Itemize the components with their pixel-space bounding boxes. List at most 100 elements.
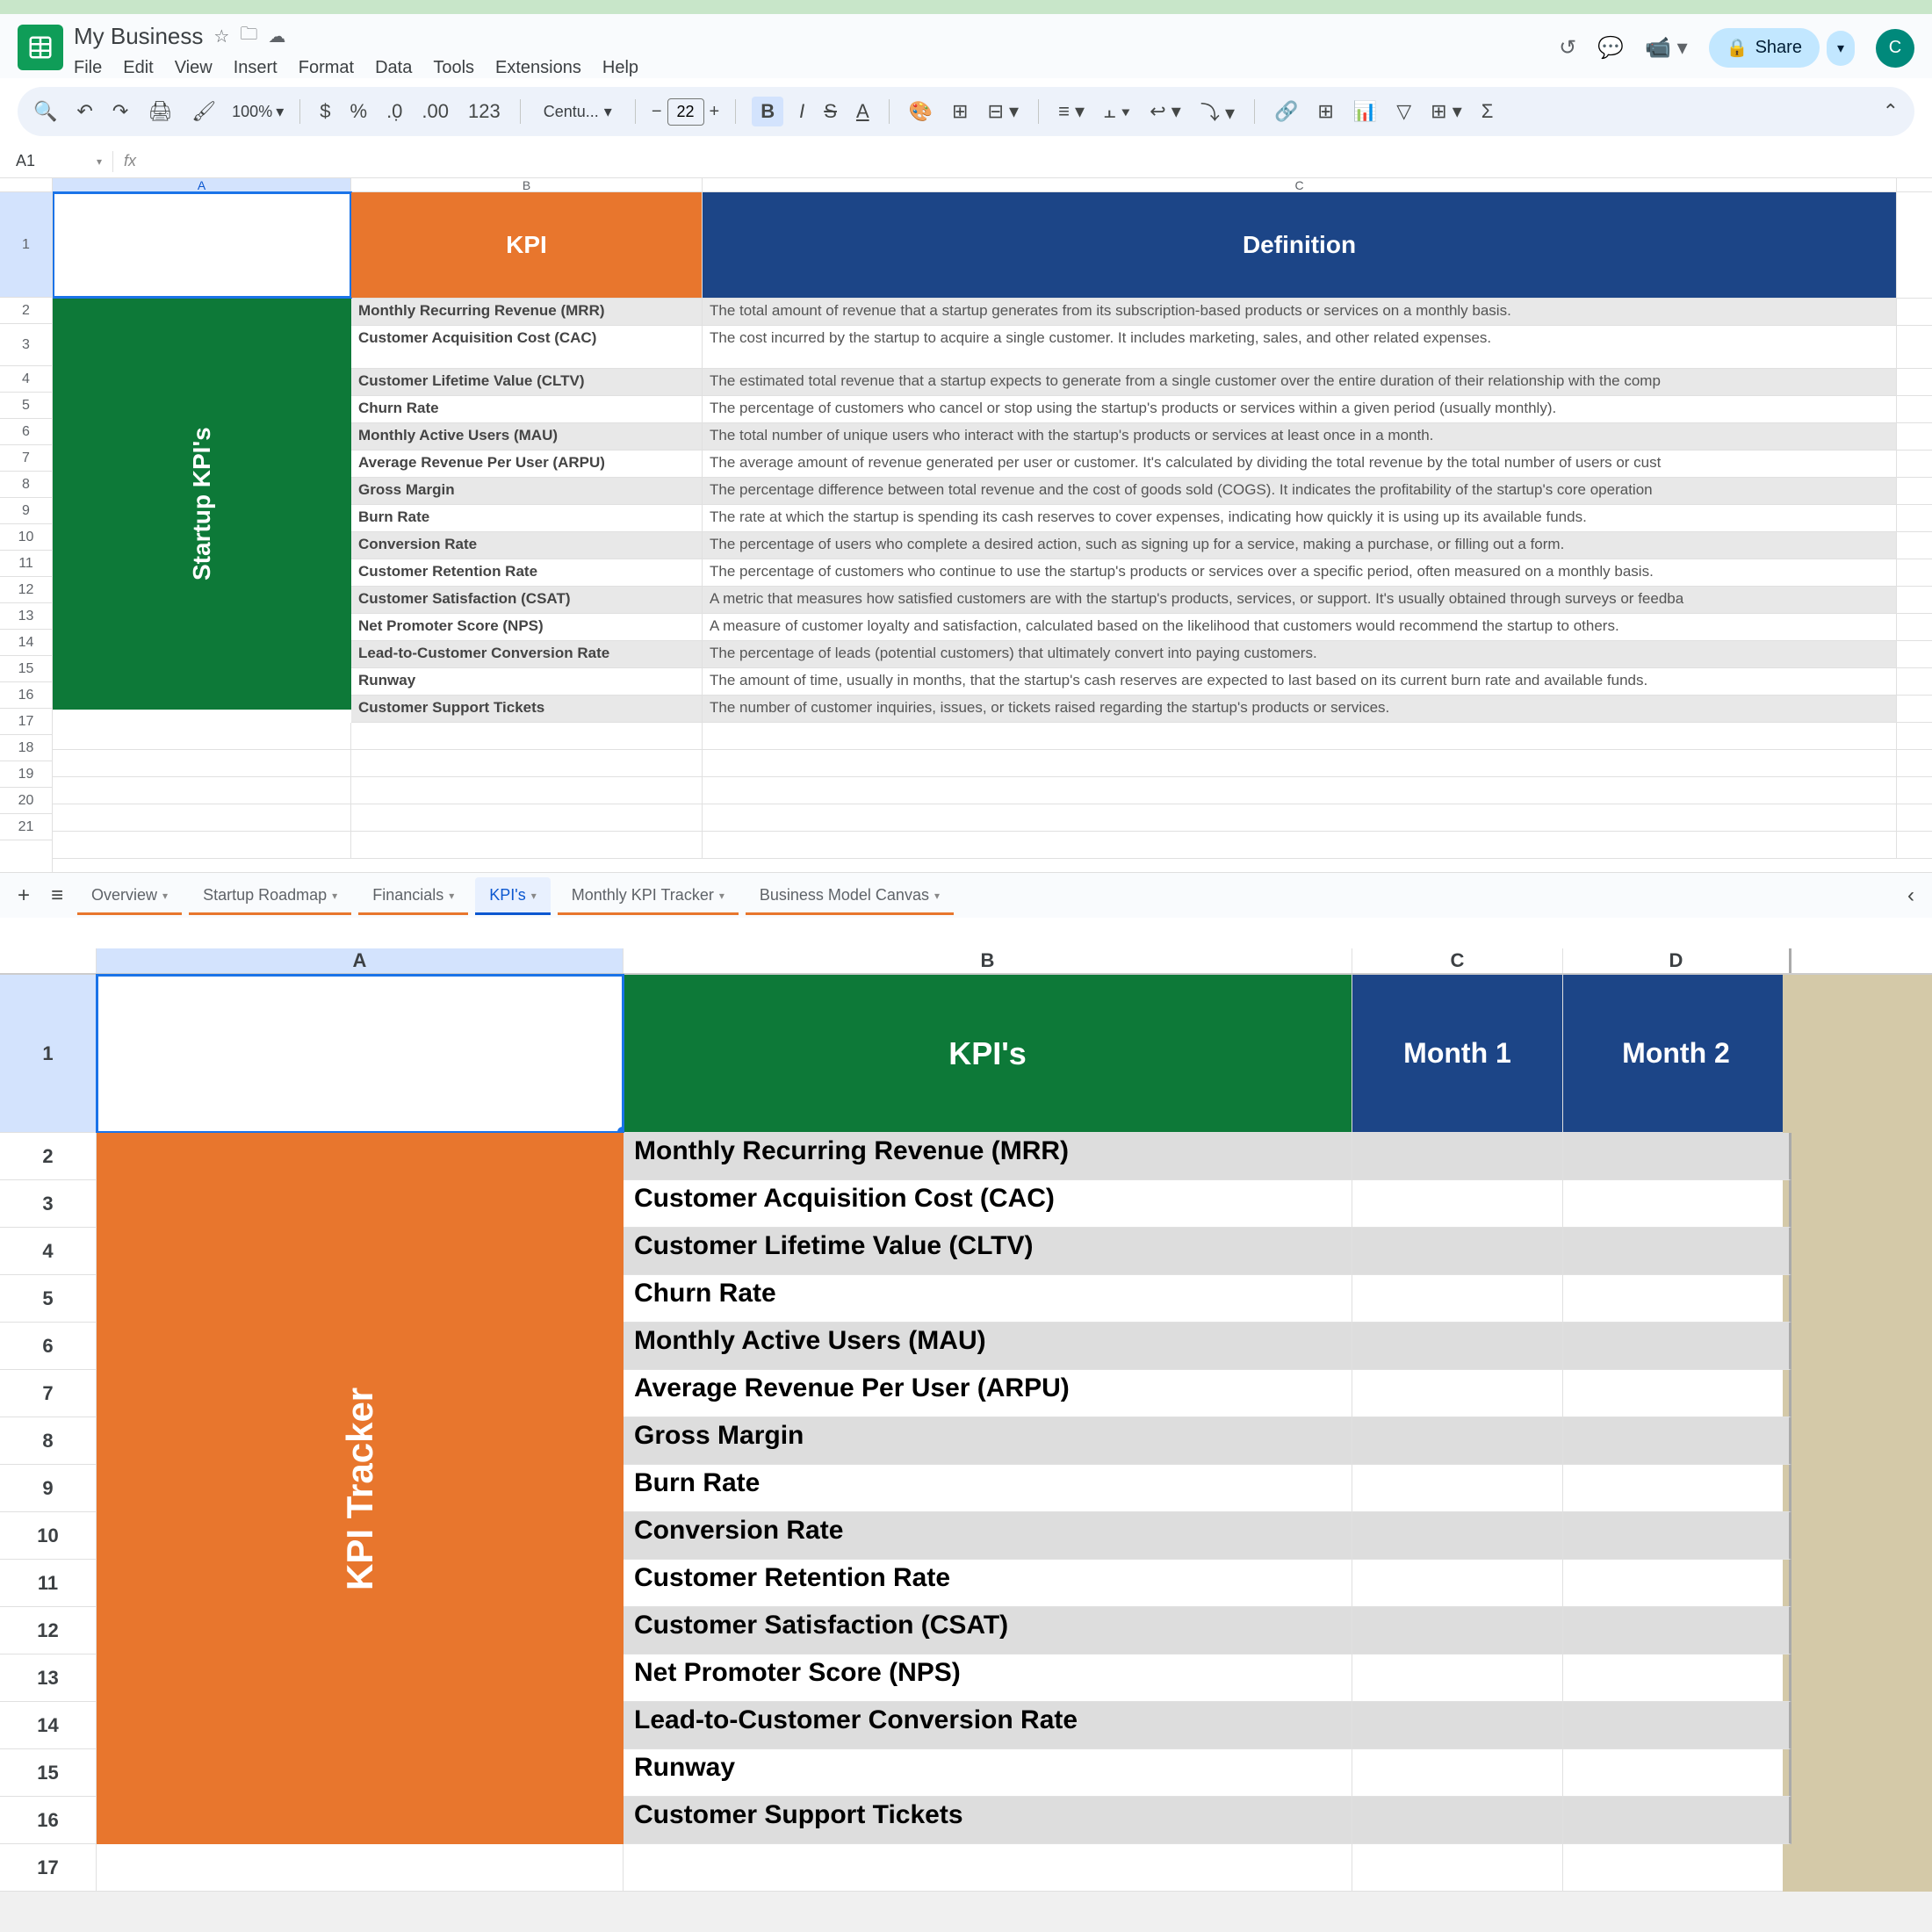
- halign-button[interactable]: ≡ ▾: [1055, 97, 1088, 126]
- b-col-b[interactable]: B: [624, 948, 1352, 973]
- row-header-16[interactable]: 16: [0, 682, 52, 709]
- b-cell-b13[interactable]: Net Promoter Score (NPS): [624, 1654, 1352, 1702]
- vertical-label[interactable]: Startup KPI's: [53, 299, 351, 710]
- undo-icon[interactable]: ↶: [73, 97, 96, 126]
- cell-b2[interactable]: Monthly Recurring Revenue (MRR): [351, 299, 703, 325]
- avatar[interactable]: C: [1876, 29, 1914, 68]
- history-icon[interactable]: ↺: [1559, 35, 1576, 61]
- cell-c6[interactable]: The total number of unique users who int…: [703, 423, 1897, 450]
- b-cell-b16[interactable]: Customer Support Tickets: [624, 1797, 1352, 1844]
- cell-c11[interactable]: The percentage of customers who continue…: [703, 559, 1897, 586]
- b-cell-d16[interactable]: [1563, 1797, 1791, 1844]
- b-vertical-label[interactable]: KPI Tracker: [97, 1133, 624, 1844]
- b-row-8[interactable]: 8: [0, 1417, 97, 1465]
- b-row-9[interactable]: 9: [0, 1465, 97, 1512]
- row-header-9[interactable]: 9: [0, 498, 52, 524]
- menu-format[interactable]: Format: [299, 58, 354, 78]
- link-icon[interactable]: 🔗: [1271, 97, 1301, 126]
- row-header-14[interactable]: 14: [0, 630, 52, 656]
- b-cell-c4[interactable]: [1352, 1228, 1563, 1275]
- b-cell-d4[interactable]: [1563, 1228, 1791, 1275]
- document-title[interactable]: My Business: [74, 23, 203, 50]
- filter-icon[interactable]: ▽: [1393, 97, 1415, 126]
- row-header-7[interactable]: 7: [0, 445, 52, 472]
- increase-decimal-icon[interactable]: .00: [418, 97, 452, 126]
- cell-b4[interactable]: Customer Lifetime Value (CLTV): [351, 369, 703, 395]
- row-header-18[interactable]: 18: [0, 735, 52, 761]
- b-cell-c2[interactable]: [1352, 1133, 1563, 1180]
- b-cell-c5[interactable]: [1352, 1275, 1563, 1323]
- b-cell-b2[interactable]: Monthly Recurring Revenue (MRR): [624, 1133, 1352, 1180]
- bold-button[interactable]: B: [752, 97, 783, 126]
- row-header-10[interactable]: 10: [0, 524, 52, 551]
- b-cell-a1[interactable]: [97, 975, 624, 1133]
- cell-b12[interactable]: Customer Satisfaction (CSAT): [351, 587, 703, 613]
- all-sheets-button[interactable]: ≡: [44, 880, 70, 912]
- sheets-logo-icon[interactable]: [18, 25, 63, 70]
- b-row-10[interactable]: 10: [0, 1512, 97, 1560]
- b-cell-d15[interactable]: [1563, 1749, 1791, 1797]
- cell-b5[interactable]: Churn Rate: [351, 396, 703, 422]
- increase-font-icon[interactable]: +: [710, 102, 720, 122]
- b-cell-d5[interactable]: [1563, 1275, 1791, 1323]
- tab-bmc[interactable]: Business Model Canvas ▾: [746, 877, 954, 913]
- b-cell-c9[interactable]: [1352, 1465, 1563, 1512]
- add-sheet-button[interactable]: +: [11, 880, 37, 912]
- row-header-15[interactable]: 15: [0, 656, 52, 682]
- b-row-1[interactable]: 1: [0, 975, 97, 1133]
- b-cell-c8[interactable]: [1352, 1417, 1563, 1465]
- b-row-7[interactable]: 7: [0, 1370, 97, 1417]
- star-icon[interactable]: ☆: [213, 25, 229, 47]
- b-row-4[interactable]: 4: [0, 1228, 97, 1275]
- b-cell-d12[interactable]: [1563, 1607, 1791, 1654]
- cell-b13[interactable]: Net Promoter Score (NPS): [351, 614, 703, 640]
- b-cell-b17[interactable]: [624, 1844, 1352, 1892]
- row-header-13[interactable]: 13: [0, 603, 52, 630]
- b-row-2[interactable]: 2: [0, 1133, 97, 1180]
- strike-button[interactable]: S: [820, 97, 840, 126]
- name-box-dropdown[interactable]: ▾: [97, 155, 102, 168]
- row-header-5[interactable]: 5: [0, 393, 52, 419]
- cell-c7[interactable]: The average amount of revenue generated …: [703, 451, 1897, 477]
- b-cell-b11[interactable]: Customer Retention Rate: [624, 1560, 1352, 1607]
- row-header-2[interactable]: 2: [0, 298, 52, 324]
- search-icon[interactable]: 🔍: [30, 97, 61, 126]
- font-size-input[interactable]: 22: [667, 98, 704, 126]
- row-header-6[interactable]: 6: [0, 419, 52, 445]
- b-cell-d8[interactable]: [1563, 1417, 1791, 1465]
- b-cell-d9[interactable]: [1563, 1465, 1791, 1512]
- cell-b7[interactable]: Average Revenue Per User (ARPU): [351, 451, 703, 477]
- cell-c13[interactable]: A measure of customer loyalty and satisf…: [703, 614, 1897, 640]
- menu-edit[interactable]: Edit: [123, 58, 153, 78]
- chart-icon[interactable]: 📊: [1350, 97, 1381, 126]
- b-cell-b1[interactable]: KPI's: [624, 975, 1352, 1133]
- zoom-select[interactable]: 100% ▾: [232, 103, 284, 121]
- cell-c16[interactable]: The number of customer inquiries, issues…: [703, 696, 1897, 722]
- currency-icon[interactable]: $: [316, 97, 334, 126]
- b-cell-b6[interactable]: Monthly Active Users (MAU): [624, 1323, 1352, 1370]
- b-cell-d14[interactable]: [1563, 1702, 1791, 1749]
- cell-c5[interactable]: The percentage of customers who cancel o…: [703, 396, 1897, 422]
- b-row-16[interactable]: 16: [0, 1797, 97, 1844]
- cell-c3[interactable]: The cost incurred by the startup to acqu…: [703, 326, 1897, 368]
- b-cell-b4[interactable]: Customer Lifetime Value (CLTV): [624, 1228, 1352, 1275]
- b-cell-c17[interactable]: [1352, 1844, 1563, 1892]
- text-color-button[interactable]: A: [853, 97, 873, 126]
- redo-icon[interactable]: ↷: [109, 97, 132, 126]
- cell-b14[interactable]: Lead-to-Customer Conversion Rate: [351, 641, 703, 667]
- menu-file[interactable]: File: [74, 58, 102, 78]
- b-cell-c7[interactable]: [1352, 1370, 1563, 1417]
- cloud-icon[interactable]: ☁: [268, 25, 285, 47]
- b-row-6[interactable]: 6: [0, 1323, 97, 1370]
- tab-roadmap[interactable]: Startup Roadmap ▾: [189, 877, 351, 913]
- cell-b8[interactable]: Gross Margin: [351, 478, 703, 504]
- cell-b3[interactable]: Customer Acquisition Cost (CAC): [351, 326, 703, 368]
- insert-comment-icon[interactable]: ⊞: [1314, 97, 1337, 126]
- menu-data[interactable]: Data: [375, 58, 412, 78]
- b-cell-c14[interactable]: [1352, 1702, 1563, 1749]
- b-cell-c11[interactable]: [1352, 1560, 1563, 1607]
- decrease-decimal-icon[interactable]: .0̣: [383, 97, 406, 126]
- b-cell-c15[interactable]: [1352, 1749, 1563, 1797]
- tab-monthly-tracker[interactable]: Monthly KPI Tracker ▾: [558, 877, 739, 913]
- meet-icon[interactable]: 📹 ▾: [1645, 35, 1688, 61]
